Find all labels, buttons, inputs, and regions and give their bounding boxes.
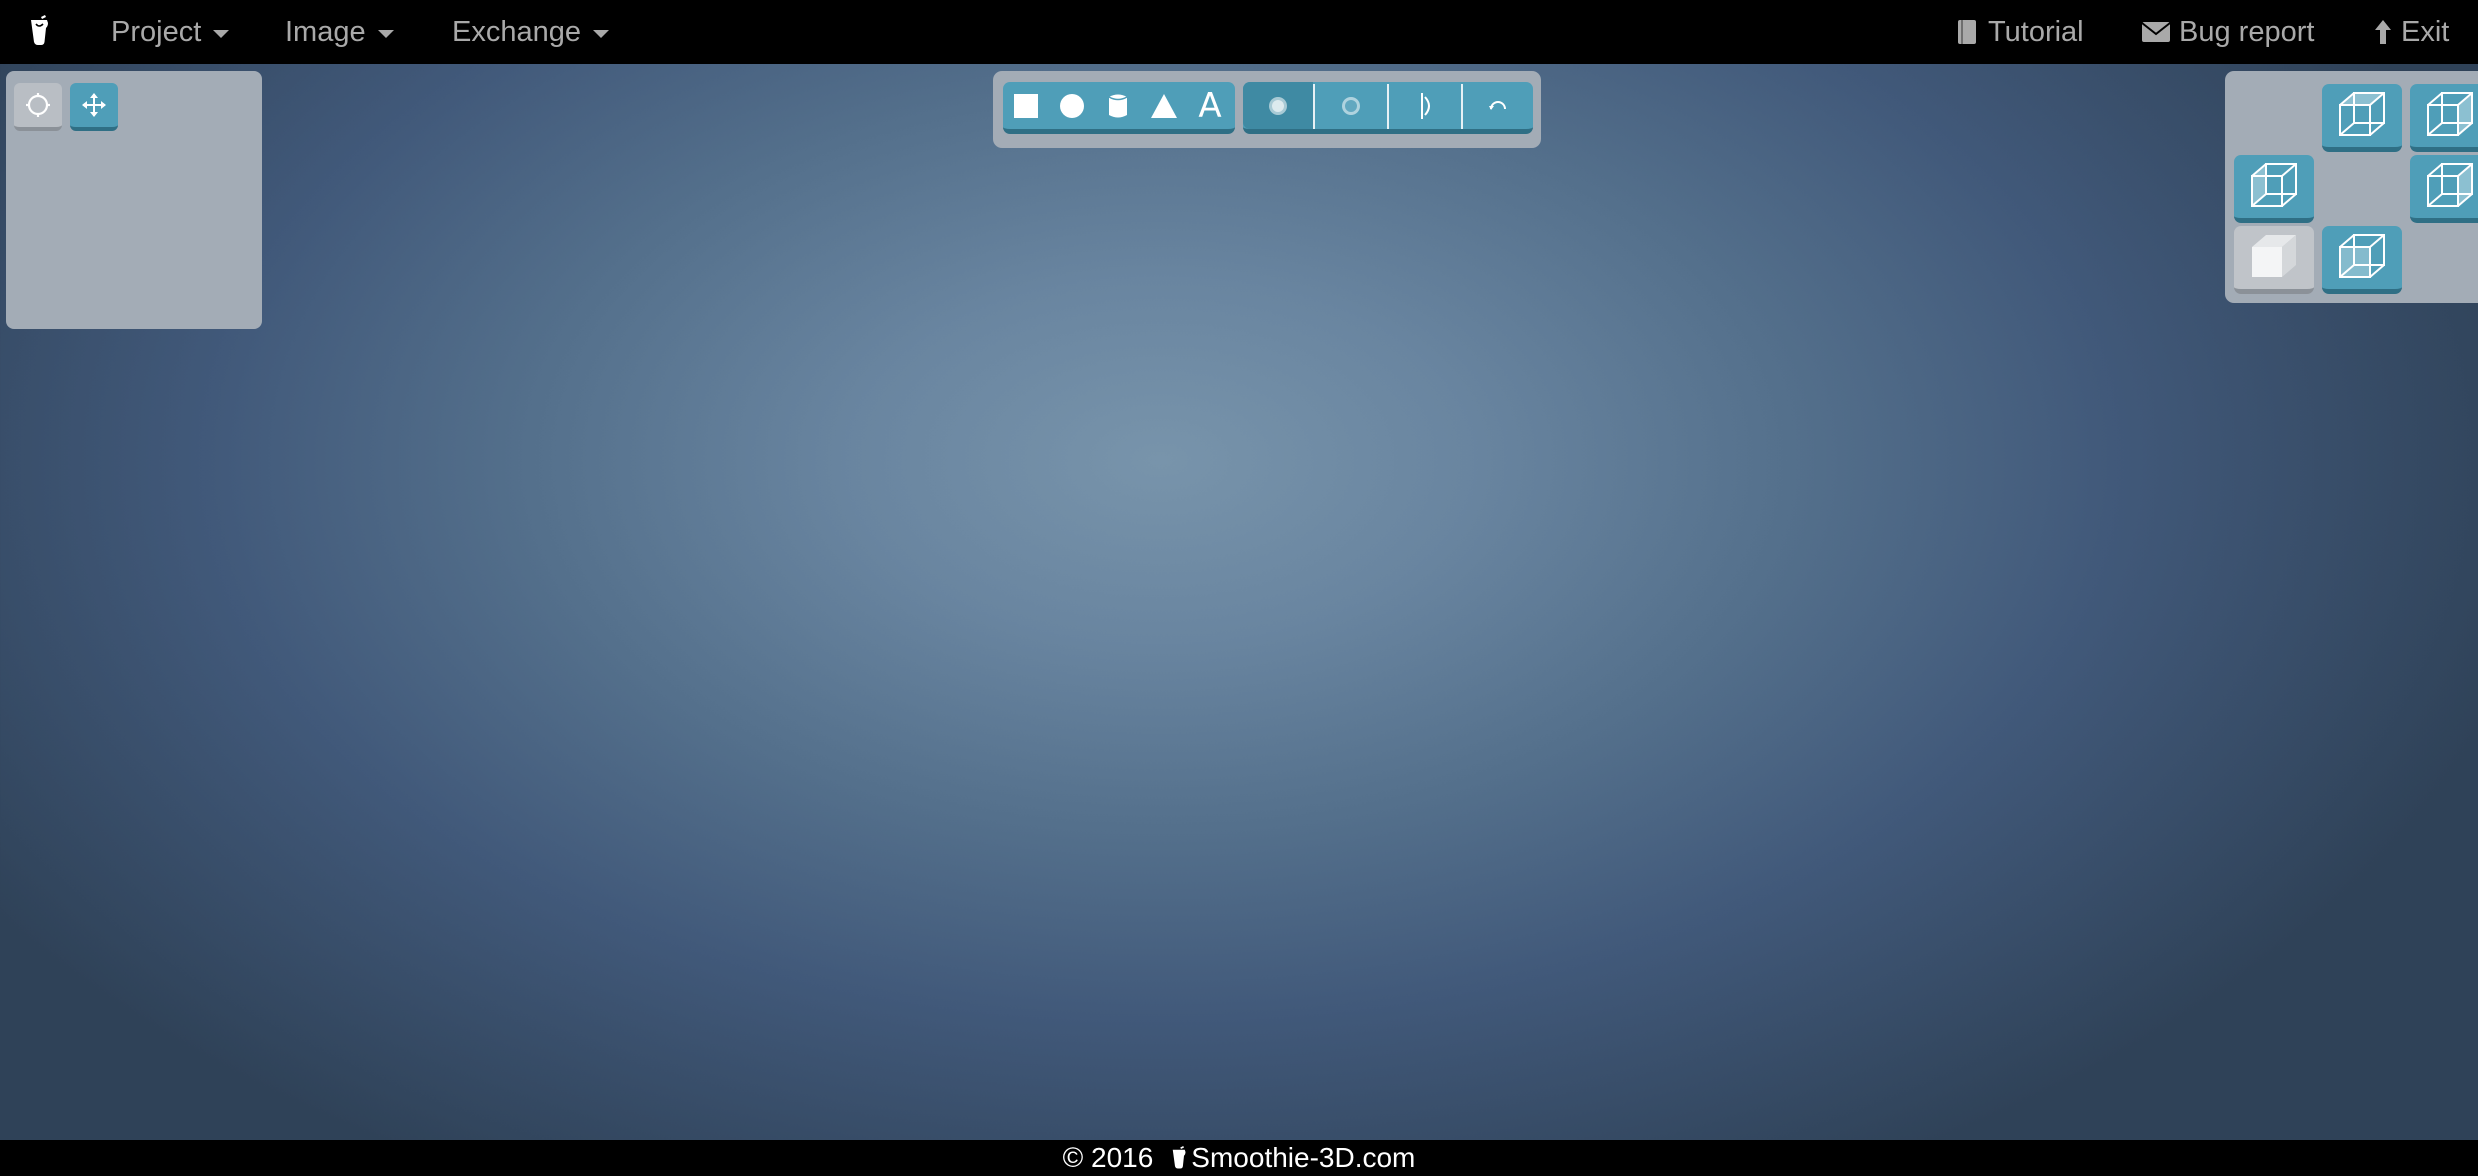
view-left-button[interactable] — [2234, 155, 2314, 223]
bug-report-link[interactable]: Bug report — [2141, 0, 2314, 64]
site-link[interactable]: Smoothie-3D.com — [1191, 1142, 1415, 1174]
view-cube-panel — [2225, 71, 2478, 303]
subtract-icon — [1342, 96, 1360, 115]
mirror-button[interactable] — [1389, 82, 1461, 129]
exit-label: Exit — [2401, 15, 2450, 48]
operations-group — [1243, 82, 1533, 134]
sphere-icon — [1060, 93, 1084, 118]
shape-toolbar: A — [993, 71, 1541, 148]
primitives-group: A — [1003, 82, 1235, 134]
image-menu[interactable]: Image — [285, 0, 394, 64]
project-menu-label: Project — [111, 15, 202, 48]
view-back-button[interactable] — [2322, 226, 2402, 294]
rotate-tool-button[interactable] — [14, 83, 62, 131]
view-left-icon — [2251, 162, 2297, 207]
arrow-up-icon — [2373, 18, 2393, 46]
cube-icon — [1014, 93, 1038, 118]
copyright-text: © 2016 — [1062, 1142, 1154, 1173]
tutorial-label: Tutorial — [1988, 15, 2084, 48]
revolve-button[interactable] — [1463, 82, 1533, 129]
add-cone-button[interactable] — [1141, 82, 1187, 129]
chevron-down-icon — [377, 30, 394, 38]
book-icon — [1956, 18, 1980, 46]
view-right-button[interactable] — [2410, 155, 2478, 223]
move-tool-button[interactable] — [70, 83, 118, 131]
view-right-icon — [2427, 162, 2473, 207]
add-cylinder-button[interactable] — [1095, 82, 1141, 129]
bug-report-label: Bug report — [2179, 15, 2315, 48]
subtract-button[interactable] — [1315, 82, 1387, 129]
transform-tools-panel — [6, 71, 262, 329]
view-front-button[interactable] — [2234, 226, 2314, 294]
exchange-menu-label: Exchange — [452, 15, 581, 48]
move-arrows-icon — [82, 93, 106, 117]
view-top-right-icon — [2427, 91, 2473, 136]
cylinder-icon — [1108, 94, 1128, 117]
cone-icon — [1151, 93, 1177, 118]
exchange-menu[interactable]: Exchange — [452, 0, 609, 64]
mirror-icon — [1421, 92, 1430, 119]
view-front-solid-icon — [2252, 234, 2296, 277]
chevron-down-icon — [213, 30, 230, 38]
chevron-down-icon — [593, 30, 609, 38]
view-top-front-icon — [2339, 91, 2385, 136]
view-back-icon — [2339, 233, 2385, 278]
envelope-icon — [2141, 21, 2171, 43]
revolve-icon — [1489, 100, 1506, 110]
text-icon: A — [1198, 85, 1222, 126]
union-button[interactable] — [1243, 82, 1313, 129]
smoothie-logo-icon[interactable] — [26, 14, 50, 48]
exit-link[interactable]: Exit — [2373, 0, 2449, 64]
footer: © 2016 Smoothie-3D.com — [0, 1140, 2478, 1176]
union-icon — [1269, 96, 1287, 115]
rotate-circle-icon — [26, 93, 50, 117]
smoothie-logo-icon — [1169, 1145, 1187, 1171]
image-menu-label: Image — [285, 15, 366, 48]
view-top-front-button[interactable] — [2322, 84, 2402, 152]
add-cube-button[interactable] — [1003, 82, 1049, 129]
top-navbar: Project Image Exchange Tutorial Bug repo… — [0, 0, 2478, 64]
add-text-button[interactable]: A — [1187, 82, 1233, 129]
view-top-right-button[interactable] — [2410, 84, 2478, 152]
project-menu[interactable]: Project — [111, 0, 230, 64]
add-sphere-button[interactable] — [1049, 82, 1095, 129]
tutorial-link[interactable]: Tutorial — [1956, 0, 2084, 64]
